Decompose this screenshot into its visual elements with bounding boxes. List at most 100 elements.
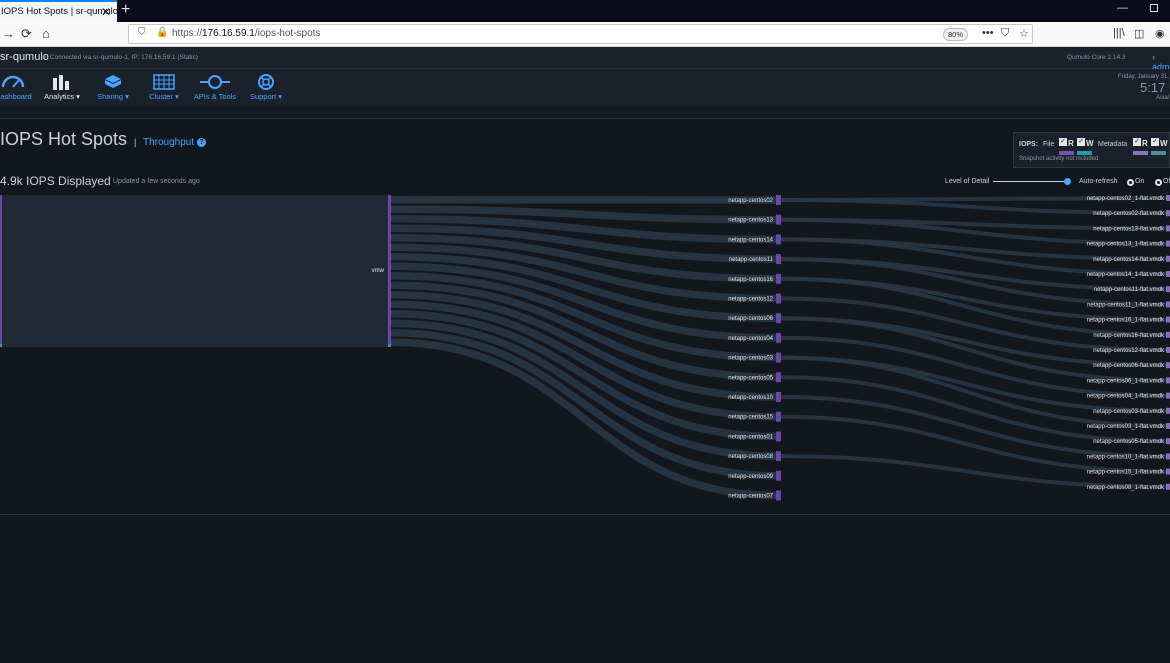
host-label: netapp-centos05 — [728, 375, 773, 381]
file-node — [1166, 331, 1170, 338]
file-label: netapp-centos16-flat.vmdk — [1093, 333, 1165, 339]
metadata-read-checkbox[interactable]: ✓ — [1133, 138, 1141, 146]
file-node — [1166, 301, 1170, 308]
file-node — [1166, 347, 1170, 353]
file-label: netapp-centos14-flat.vmdk — [1093, 257, 1165, 263]
library-icon[interactable]: |||\ — [1113, 27, 1125, 39]
host-label: netapp-centos15 — [728, 415, 773, 421]
file-node — [1166, 316, 1170, 323]
reload-icon[interactable]: ⟳ — [21, 26, 32, 42]
snapshot-note: Snapshot activity not included — [1019, 156, 1099, 162]
file-label: netapp-centos05-flat.vmdk — [1093, 439, 1165, 445]
file-write-swatch — [1077, 151, 1092, 155]
title-separator: | — [134, 137, 137, 147]
zoom-level[interactable]: 80% — [943, 28, 968, 41]
level-of-detail-handle[interactable] — [1063, 178, 1071, 185]
account-icon[interactable]: ◉ — [1155, 27, 1165, 40]
file-label: netapp-centos02_1-flat.vmdk — [1087, 196, 1165, 202]
file-node — [1166, 240, 1170, 247]
host-label: netapp-centos09 — [728, 474, 773, 480]
host-node — [776, 254, 781, 265]
app-top-bar: sr-qumulo › Connected via sr-qumulo-1, I… — [0, 47, 1170, 72]
cluster-icon — [153, 74, 175, 90]
file-label: netapp-centos11_1-flat.vmdk — [1087, 302, 1165, 308]
host-label: netapp-centos07 — [728, 494, 773, 500]
metadata-write-checkbox[interactable]: ✓ — [1151, 138, 1159, 146]
auto-refresh-off-radio[interactable] — [1155, 179, 1162, 186]
host-node — [776, 451, 781, 462]
auto-refresh-on-radio[interactable] — [1127, 179, 1134, 186]
file-label: netapp-centos10_1-flat.vmdk — [1087, 454, 1165, 460]
connection-info: › Connected via sr-qumulo-1, IP: 176.16.… — [44, 54, 198, 61]
auto-refresh-off-label: Of — [1163, 178, 1170, 185]
maximize-icon[interactable] — [1150, 4, 1158, 12]
iops-legend: IOPS: File ✓ R ✓ W Metadata ✓ R ✓ W Snap… — [1013, 132, 1170, 168]
auto-refresh-on-label: On — [1135, 178, 1145, 185]
file-write-label: W — [1086, 139, 1094, 148]
shield-icon[interactable]: ⛉ — [138, 27, 146, 38]
host-node — [776, 234, 781, 245]
nav-cluster[interactable]: Cluster ▾ — [147, 73, 181, 101]
file-node — [1166, 392, 1170, 399]
host-node — [776, 332, 781, 343]
home-icon[interactable]: ⌂ — [42, 26, 50, 42]
file-label: netapp-centos13_1-flat.vmdk — [1087, 242, 1165, 248]
host-node — [776, 293, 781, 304]
page-actions-icon[interactable]: ••• — [982, 27, 994, 39]
file-node — [1166, 255, 1170, 262]
level-of-detail-slider[interactable] — [993, 181, 1070, 182]
forward-icon[interactable]: → — [2, 26, 15, 42]
nav-sharing[interactable]: Sharing ▾ — [96, 73, 130, 101]
host-label: netapp-centos11 — [729, 257, 774, 263]
iops-sankey: vmw netapp-centos02 netapp-centos13 netapp-… — [0, 194, 1170, 515]
nav-support[interactable]: Support ▾ — [247, 73, 285, 101]
pocket-icon[interactable]: ⛉ — [1001, 27, 1009, 40]
time-display: 5:17 P — [1140, 80, 1170, 95]
host-label: netapp-centos12 — [728, 297, 773, 303]
host-node — [776, 195, 781, 205]
file-node — [1166, 468, 1170, 475]
tab-title: IOPS Hot Spots | sr-qumulo — [1, 6, 117, 17]
iops-count: 4.9k IOPS Displayed — [0, 174, 111, 188]
nav-analytics[interactable]: Analytics ▾ — [43, 73, 81, 101]
host-label: netapp-centos08 — [728, 454, 773, 460]
help-icon[interactable]: ? — [197, 138, 206, 147]
file-label: netapp-centos15_1-flat.vmdk — [1087, 470, 1165, 476]
host-node — [776, 372, 781, 383]
file-read-swatch — [1059, 151, 1074, 155]
url-bar[interactable]: ⛉ 🔒 https://176.16.59.1/iops-hot-spots 8… — [128, 24, 1033, 44]
support-icon — [258, 74, 274, 90]
cluster-name: sr-qumulo — [0, 51, 49, 63]
minimize-icon[interactable]: — — [1117, 2, 1128, 14]
host-node — [776, 470, 781, 481]
host-node — [776, 313, 781, 324]
browser-tab[interactable]: IOPS Hot Spots | sr-qumulo ✕ — [0, 0, 117, 22]
file-read-checkbox[interactable]: ✓ — [1059, 138, 1067, 146]
file-label: netapp-centos16_1-flat.vmdk — [1087, 318, 1165, 324]
throughput-link[interactable]: Throughput — [143, 137, 194, 148]
file-label: netapp-centos06-flat.vmdk — [1093, 363, 1165, 369]
file-read-label: R — [1068, 139, 1074, 148]
host-label: netapp-centos16 — [728, 277, 773, 283]
lock-icon[interactable]: 🔒 — [156, 27, 168, 38]
nav-dashboard[interactable]: ashboard — [0, 73, 32, 101]
host-label: netapp-centos10 — [728, 395, 773, 401]
file-node — [1166, 407, 1170, 414]
file-label: netapp-centos04_1-flat.vmdk — [1087, 394, 1165, 400]
file-write-checkbox[interactable]: ✓ — [1077, 138, 1085, 146]
root-left-read-bar — [0, 195, 2, 344]
api-icon — [200, 75, 230, 89]
browser-navbar: → ⟳ ⌂ ⛉ 🔒 https://176.16.59.1/iops-hot-s… — [0, 22, 1170, 47]
nav-apis-tools[interactable]: APIs & Tools — [192, 73, 238, 101]
close-tab-icon[interactable]: ✕ — [101, 5, 111, 19]
file-label: netapp-centos03_1-flat.vmdk — [1087, 424, 1165, 430]
legend-file-label: File — [1043, 141, 1055, 148]
sub-header-bar — [0, 106, 1170, 119]
root-block — [0, 195, 389, 347]
host-label: netapp-centos14 — [728, 237, 773, 243]
auto-refresh-label: Auto-refresh — [1079, 178, 1118, 185]
bookmark-star-icon[interactable]: ☆ — [1019, 27, 1029, 40]
sidebar-icon[interactable]: ◫ — [1134, 27, 1144, 40]
url-text[interactable]: https://176.16.59.1/iops-hot-spots — [172, 28, 320, 39]
new-tab-button[interactable]: + — [121, 1, 130, 19]
